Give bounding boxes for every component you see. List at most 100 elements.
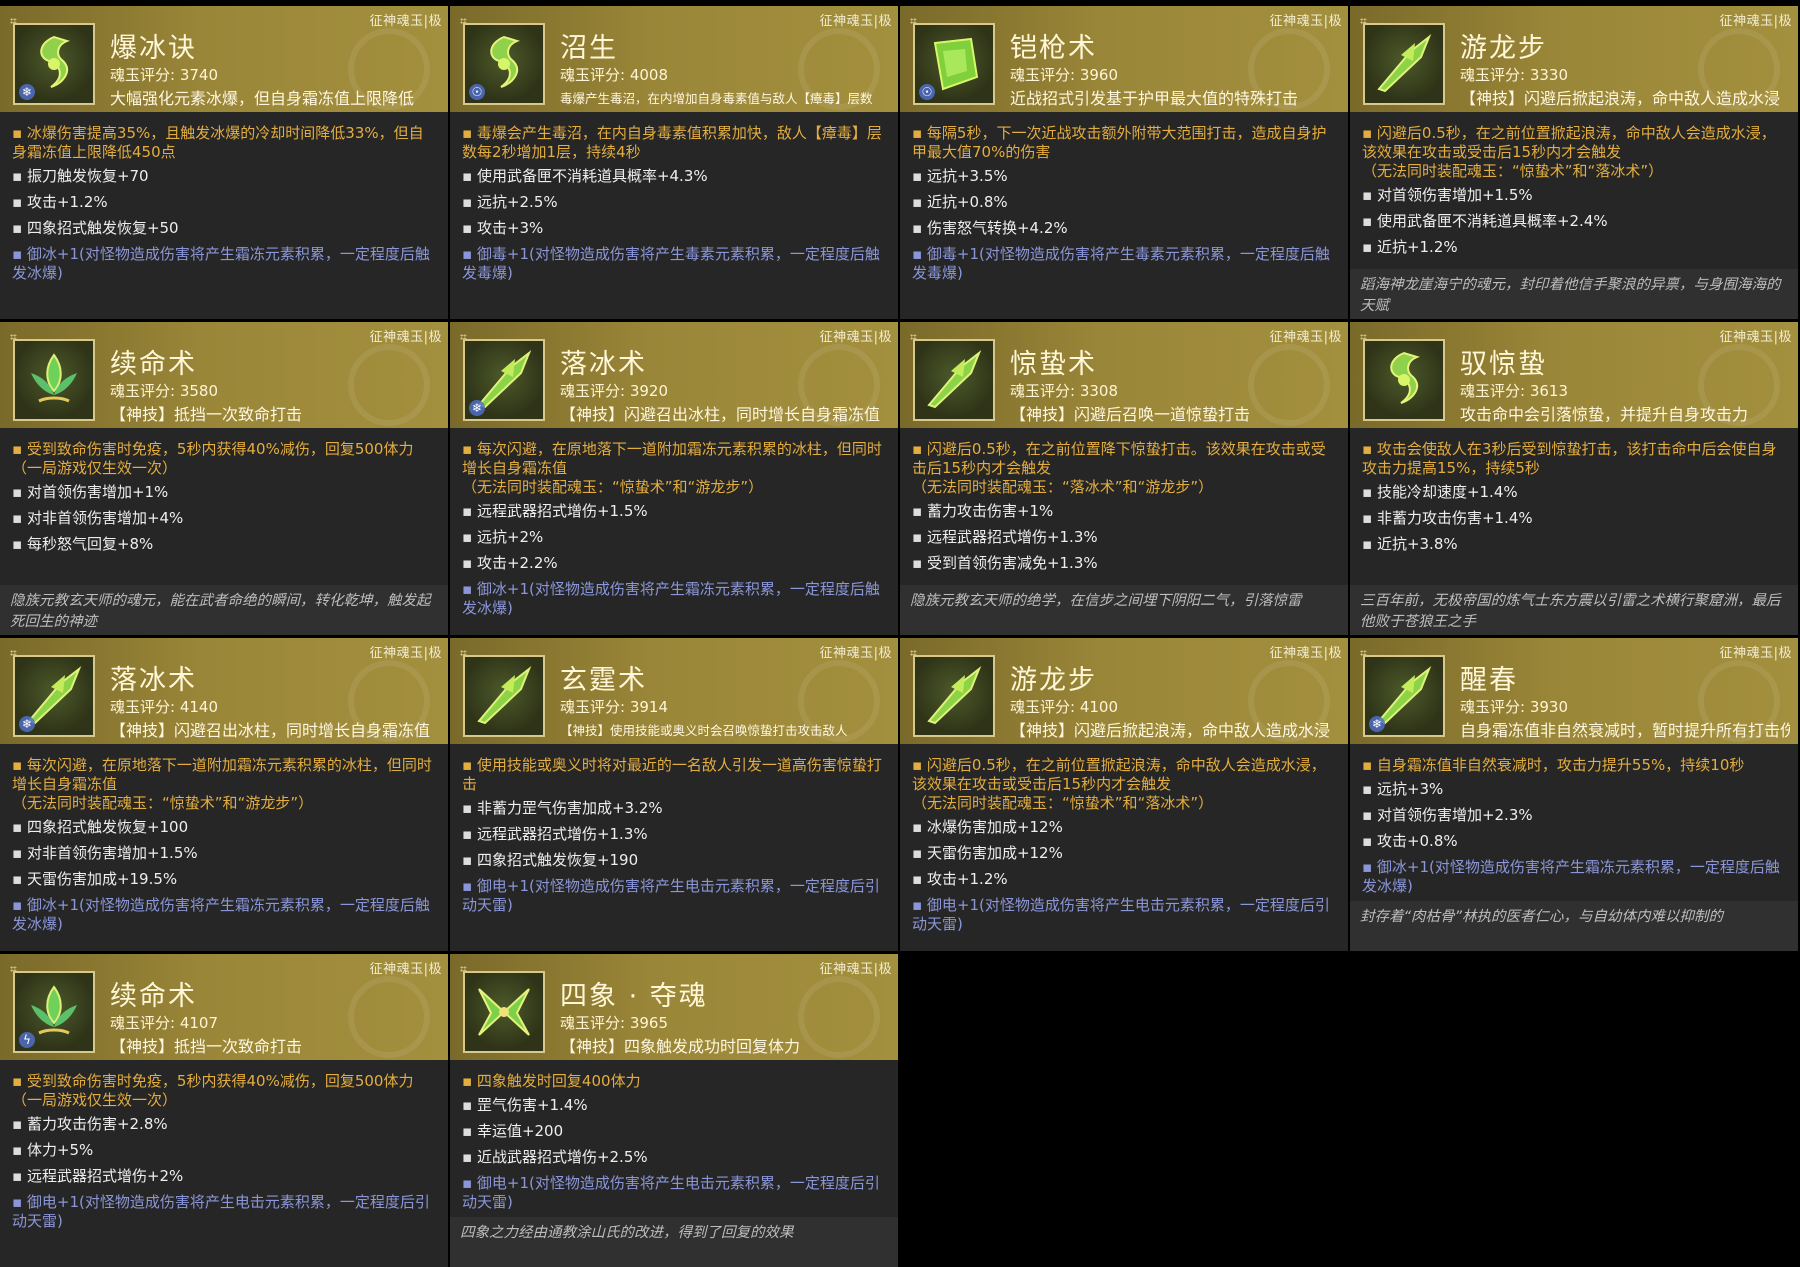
poison-badge-icon: ☉ bbox=[919, 84, 935, 100]
rarity-tag: 征神魂玉|极 bbox=[369, 646, 442, 661]
rarity-tag: 征神魂玉|极 bbox=[819, 14, 892, 29]
stat-line: 远抗+3% bbox=[1362, 780, 1786, 799]
soul-jade-card[interactable]: ⌗ 征神魂玉|极 四象 · 夺魂 魂玉评分: 3965 【神技】四象触发成功时回复体力 ▪… bbox=[450, 954, 898, 1267]
dragon-blade-icon[interactable] bbox=[1363, 23, 1445, 105]
soul-jade-card[interactable]: ⌗ 征神魂玉|极 游龙步 魂玉评分: 3330 【神技】闪避后掀起浪涛，命中敌人造成水浸… bbox=[1350, 6, 1798, 319]
card-header: ⌗ 征神魂玉|极 驭惊蛰 魂玉评分: 3613 攻击命中会引落惊蛰，并提升自身攻击力 bbox=[1350, 322, 1798, 428]
soul-jade-card[interactable]: ⌗ 征神魂玉|极 ϟ 续命术 魂玉评分: 4107 【神技】抵挡一次致命打击 ▪ 受到致命伤… bbox=[0, 954, 448, 1267]
element-effect: ▪ 御毒+1(对怪物造成伤害将产生毒素元素积累，一定程度后触发毒爆) bbox=[912, 245, 1330, 282]
element-effect: ▪ 御电+1(对怪物造成伤害将产生电击元素积累，一定程度后引动天雷) bbox=[12, 1193, 430, 1230]
card-header: ⌗ 征神魂玉|极 ❄ 落冰术 魂玉评分: 3920 【神技】闪避召出冰柱，同时增长自身霜冻… bbox=[450, 322, 898, 428]
jade-score: 魂玉评分: 3740 bbox=[110, 66, 218, 84]
stat-line: 伤害怒气转换+4.2% bbox=[912, 219, 1336, 238]
jade-score: 魂玉评分: 4107 bbox=[110, 1014, 218, 1032]
rarity-tag: 征神魂玉|极 bbox=[1269, 646, 1342, 661]
stat-line: 罡气伤害+1.4% bbox=[462, 1096, 886, 1115]
stat-line: 对非首领伤害增加+1.5% bbox=[12, 844, 436, 863]
lotus-jade-icon[interactable] bbox=[13, 339, 95, 421]
card-header: ⌗ 征神魂玉|极 游龙步 魂玉评分: 4100 【神技】闪避后掀起浪涛，命中敌人造成水浸 bbox=[900, 638, 1348, 744]
stat-line: 近抗+1.2% bbox=[1362, 238, 1786, 257]
card-body: ▪ 毒爆会产生毒沼，在内自身毒素值积累加快，敌人【瘴毒】层数每2秒增加1层，持续… bbox=[462, 124, 886, 315]
stat-line: 攻击+0.8% bbox=[1362, 832, 1786, 851]
card-header: ⌗ 征神魂玉|极 四象 · 夺魂 魂玉评分: 3965 【神技】四象触发成功时回复体力 bbox=[450, 954, 898, 1060]
lotus-jade-icon[interactable]: ϟ bbox=[13, 971, 95, 1053]
lore-text: 蹈海神龙崖海宁的魂元，封印着他信手聚浪的异禀，与身囿海海的天赋 bbox=[1350, 269, 1798, 319]
card-body: ▪ 每隔5秒，下一次近战攻击额外附带大范围打击，造成自身护甲最大值70%的伤害远… bbox=[912, 124, 1336, 315]
main-effect: ▪ 受到致命伤害时免疫，5秒内获得40%减伤，回复500体力 （一局游戏仅生效一… bbox=[12, 1072, 414, 1109]
dragon-blade-icon[interactable]: ❄ bbox=[13, 655, 95, 737]
stat-line: 技能冷却速度+1.4% bbox=[1362, 483, 1786, 502]
main-effect: ▪ 闪避后0.5秒，在之前位置掀起浪涛，命中敌人会造成水浸，该效果在攻击或受击后… bbox=[912, 756, 1326, 812]
element-effect: ▪ 御毒+1(对怪物造成伤害将产生毒素元素积累，一定程度后触发毒爆) bbox=[462, 245, 880, 282]
stat-line: 体力+5% bbox=[12, 1141, 436, 1160]
stat-line: 对首领伤害增加+1% bbox=[12, 483, 436, 502]
soul-jade-card[interactable]: ⌗ 征神魂玉|极 ❄ 落冰术 魂玉评分: 3920 【神技】闪避召出冰柱，同时增长自身霜冻… bbox=[450, 322, 898, 635]
soul-jade-card[interactable]: ⌗ 征神魂玉|极 ❄ 落冰术 魂玉评分: 4140 【神技】闪避召出冰柱，同时增长自身霜冻… bbox=[0, 638, 448, 951]
jade-score: 魂玉评分: 3920 bbox=[560, 382, 668, 400]
serpent-jade-icon[interactable]: ☉ bbox=[463, 23, 545, 105]
jade-summary: 【神技】四象触发成功时回复体力 bbox=[560, 1037, 801, 1056]
main-effect: ▪ 每次闪避，在原地落下一道附加霜冻元素积累的冰柱，但同时增长自身霜冻值 （无法… bbox=[462, 440, 882, 496]
dragon-blade-icon[interactable] bbox=[913, 339, 995, 421]
soul-jade-card[interactable]: ⌗ 征神魂玉|极 ❄ 爆冰诀 魂玉评分: 3740 大幅强化元素冰爆，但自身霜冻值上限降低… bbox=[0, 6, 448, 319]
stat-line: 对首领伤害增加+2.3% bbox=[1362, 806, 1786, 825]
card-header: ⌗ 征神魂玉|极 ☉ 沼生 魂玉评分: 4008 毒爆产生毒沼，在内增加自身毒素值与敌人【… bbox=[450, 6, 898, 112]
rarity-tag: 征神魂玉|极 bbox=[1269, 14, 1342, 29]
soul-jade-card[interactable]: ⌗ 征神魂玉|极 续命术 魂玉评分: 3580 【神技】抵挡一次致命打击 ▪ 受到致命伤害… bbox=[0, 322, 448, 635]
card-body: ▪ 冰爆伤害提高35%，且触发冰爆的冷却时间降低33%，但自身霜冻值上限降低45… bbox=[12, 124, 436, 315]
soul-jade-card[interactable]: ⌗ 征神魂玉|极 驭惊蛰 魂玉评分: 3613 攻击命中会引落惊蛰，并提升自身攻击力 ▪ … bbox=[1350, 322, 1798, 635]
soul-jade-card[interactable]: ⌗ 征神魂玉|极 ☉ 沼生 魂玉评分: 4008 毒爆产生毒沼，在内增加自身毒素值与敌人【… bbox=[450, 6, 898, 319]
stat-line: 蓄力攻击伤害+2.8% bbox=[12, 1115, 436, 1134]
jade-summary: 自身霜冻值非自然衰减时，暂时提升所有打击伤害 bbox=[1460, 721, 1790, 740]
snowflake-badge-icon: ❄ bbox=[19, 84, 35, 100]
element-effect: ▪ 御电+1(对怪物造成伤害将产生电击元素积累，一定程度后引动天雷) bbox=[462, 1174, 880, 1211]
card-body: ▪ 每次闪避，在原地落下一道附加霜冻元素积累的冰柱，但同时增长自身霜冻值 （无法… bbox=[12, 756, 436, 947]
dragon-blade-icon[interactable] bbox=[463, 655, 545, 737]
rarity-tag: 征神魂玉|极 bbox=[1719, 330, 1792, 345]
soul-jade-card[interactable]: ⌗ 征神魂玉|极 ❄ 醒春 魂玉评分: 3930 自身霜冻值非自然衰减时，暂时提升所有打击… bbox=[1350, 638, 1798, 951]
stat-line: 对非首领伤害增加+4% bbox=[12, 509, 436, 528]
butterfly-jade-icon[interactable] bbox=[463, 971, 545, 1053]
jade-block-icon[interactable]: ☉ bbox=[913, 23, 995, 105]
jade-score: 魂玉评分: 3960 bbox=[1010, 66, 1118, 84]
soul-jade-card[interactable]: ⌗ 征神魂玉|极 玄霆术 魂玉评分: 3914 【神技】使用技能或奥义时会召唤惊蛰打击攻… bbox=[450, 638, 898, 951]
jade-summary: 【神技】抵挡一次致命打击 bbox=[110, 405, 303, 424]
stat-line: 攻击+1.2% bbox=[912, 870, 1336, 889]
stat-line: 非蓄力攻击伤害+1.4% bbox=[1362, 509, 1786, 528]
stat-line: 天雷伤害加成+12% bbox=[912, 844, 1336, 863]
jade-score: 魂玉评分: 3965 bbox=[560, 1014, 668, 1032]
jade-name: 游龙步 bbox=[1460, 33, 1547, 64]
rarity-tag: 征神魂玉|极 bbox=[819, 962, 892, 977]
stat-line: 四象招式触发恢复+50 bbox=[12, 219, 436, 238]
element-effect: ▪ 御冰+1(对怪物造成伤害将产生霜冻元素积累，一定程度后触发冰爆) bbox=[462, 580, 880, 617]
stat-line: 振刀触发恢复+70 bbox=[12, 167, 436, 186]
serpent-jade-icon[interactable]: ❄ bbox=[13, 23, 95, 105]
soul-jade-card[interactable]: ⌗ 征神魂玉|极 游龙步 魂玉评分: 4100 【神技】闪避后掀起浪涛，命中敌人造成水浸… bbox=[900, 638, 1348, 951]
stat-line: 使用武备匣不消耗道具概率+2.4% bbox=[1362, 212, 1786, 231]
jade-name: 四象 · 夺魂 bbox=[560, 981, 708, 1012]
lore-text: 隐族元教玄天师的魂元，能在武者命绝的瞬间，转化乾坤，触发起死回生的神迹 bbox=[0, 585, 448, 635]
jade-summary: 毒爆产生毒沼，在内增加自身毒素值与敌人【瘴毒】层数 bbox=[560, 91, 873, 106]
jade-score: 魂玉评分: 4100 bbox=[1010, 698, 1118, 716]
rarity-tag: 征神魂玉|极 bbox=[1719, 14, 1792, 29]
dragon-blade-icon[interactable] bbox=[913, 655, 995, 737]
card-header: ⌗ 征神魂玉|极 玄霆术 魂玉评分: 3914 【神技】使用技能或奥义时会召唤惊蛰打击攻… bbox=[450, 638, 898, 744]
lore-text: 三百年前，无极帝国的炼气士东方震以引雷之术横行聚窟洲，最后他败于苍狼王之手 bbox=[1350, 585, 1798, 635]
stat-line: 近抗+3.8% bbox=[1362, 535, 1786, 554]
soul-jade-card[interactable]: ⌗ 征神魂玉|极 ☉ 铠枪术 魂玉评分: 3960 近战招式引发基于护甲最大值的特殊打击 ▪… bbox=[900, 6, 1348, 319]
dragon-blade-icon[interactable]: ❄ bbox=[463, 339, 545, 421]
jade-score: 魂玉评分: 4140 bbox=[110, 698, 218, 716]
stat-line: 近抗+0.8% bbox=[912, 193, 1336, 212]
card-body: ▪ 使用技能或奥义时将对最近的一名敌人引发一道高伤害惊蛰打击非蓄力罡气伤害加成+… bbox=[462, 756, 886, 947]
rarity-tag: 征神魂玉|极 bbox=[369, 962, 442, 977]
soul-jade-card[interactable]: ⌗ 征神魂玉|极 惊蛰术 魂玉评分: 3308 【神技】闪避后召唤一道惊蛰打击 ▪ 闪避后… bbox=[900, 322, 1348, 635]
serpent-jade-icon[interactable] bbox=[1363, 339, 1445, 421]
jade-name: 爆冰诀 bbox=[110, 33, 197, 64]
main-effect: ▪ 受到致命伤害时免疫，5秒内获得40%减伤，回复500体力 （一局游戏仅生效一… bbox=[12, 440, 414, 477]
stat-line: 远抗+2% bbox=[462, 528, 886, 547]
jade-summary: 【神技】闪避后召唤一道惊蛰打击 bbox=[1010, 405, 1251, 424]
jade-name: 惊蛰术 bbox=[1010, 349, 1097, 380]
jade-name: 沼生 bbox=[560, 33, 618, 64]
jade-summary: 近战招式引发基于护甲最大值的特殊打击 bbox=[1010, 89, 1299, 108]
dragon-blade-icon[interactable]: ❄ bbox=[1363, 655, 1445, 737]
